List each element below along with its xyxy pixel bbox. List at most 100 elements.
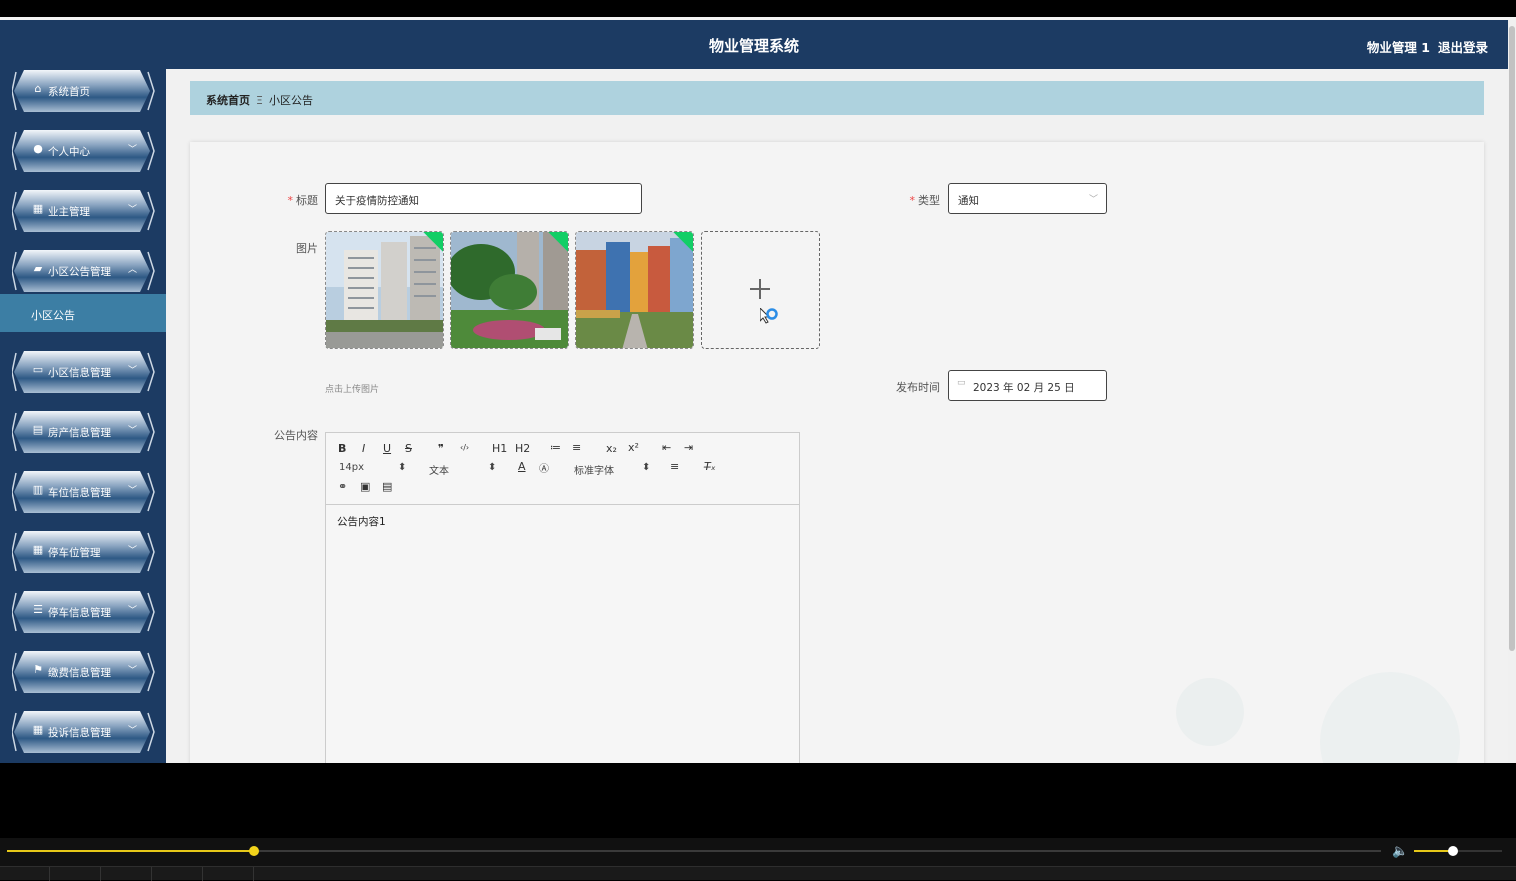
type-label: * 类型 (909, 194, 941, 207)
underline-button[interactable]: U (383, 442, 391, 455)
plus-icon (750, 279, 770, 299)
rich-text-editor: B I U S ❞ ‹/› H1 H2 ≔ ≡ x₂ x² ⇤ ⇥ 14px ⬍ (325, 432, 800, 763)
clipboard-icon: ▥ (32, 483, 44, 496)
system-title: 物业管理系统 (708, 37, 799, 55)
sidebar-item-property[interactable]: ▤ 房产信息管理 ﹀ (12, 409, 155, 455)
taskbar (0, 866, 1516, 881)
calendar-icon: ▭ (957, 378, 966, 388)
breadcrumb: 系统首页 Ξ 小区公告 (190, 81, 1484, 115)
breadcrumb-home[interactable]: 系统首页 (206, 94, 250, 107)
building-photo-1 (326, 232, 443, 348)
decorative-background (1176, 672, 1460, 763)
outdent-button[interactable]: ⇤ (662, 441, 671, 454)
font-size-chevron-icon: ⬍ (398, 462, 407, 473)
content-label: 公告内容 (274, 429, 318, 442)
background-color-icon[interactable]: Ⓐ (539, 460, 549, 475)
date-value: 2023 年 02 月 25 日 (973, 382, 1075, 394)
taskbar-slot[interactable] (153, 867, 203, 881)
heading2-button[interactable]: H2 (515, 442, 530, 455)
image-thumbnail-3[interactable] (575, 231, 694, 349)
font-color-icon[interactable]: A (518, 460, 526, 473)
type-select-value: 通知 (958, 195, 979, 207)
date-picker[interactable]: ▭ 2023 年 02 月 25 日 (948, 370, 1107, 401)
grid-icon: ▦ (32, 723, 44, 736)
taskbar-slot[interactable] (102, 867, 152, 881)
ordered-list-button[interactable]: ≔ (550, 441, 561, 454)
sidebar-item-label: 小区信息管理 (48, 367, 111, 379)
taskbar-slot[interactable] (204, 867, 254, 881)
italic-button[interactable]: I (362, 442, 365, 455)
sidebar-item-label: 车位信息管理 (48, 487, 111, 499)
chevron-down-icon: ﹀ (128, 366, 138, 376)
strike-button[interactable]: S (405, 442, 412, 455)
clear-format-icon[interactable]: T̶ₓ (704, 460, 716, 473)
logout-link[interactable]: 退出登录 (1438, 40, 1488, 55)
chevron-down-icon: ﹀ (128, 205, 138, 215)
residential-photo-3 (576, 232, 693, 348)
heading1-button[interactable]: H1 (492, 442, 507, 455)
title-label: * 标题 (287, 194, 319, 207)
image-upload-button[interactable] (701, 231, 820, 349)
sidebar-item-payments[interactable]: ⚑ 缴费信息管理 ﹀ (12, 649, 155, 695)
list-icon: ☰ (33, 603, 43, 616)
garden-photo-2 (451, 232, 568, 348)
user-area: 物业管理 1 退出登录 (1367, 37, 1488, 56)
video-icon[interactable]: ▤ (382, 480, 392, 493)
sidebar-item-notices[interactable]: ▰ 小区公告管理 ︿ (12, 248, 155, 294)
bold-button[interactable]: B (338, 442, 346, 455)
chevron-down-icon: ﹀ (1088, 195, 1098, 205)
sidebar-item-parking-info[interactable]: ☰ 停车信息管理 ﹀ (12, 589, 155, 635)
editor-content[interactable]: 公告内容1 (337, 514, 386, 529)
image-icon[interactable]: ▣ (360, 480, 370, 493)
sidebar-item-label: 小区公告管理 (48, 266, 111, 278)
image-thumbnail-1[interactable] (325, 231, 444, 349)
volume-icon[interactable]: 🔈 (1392, 844, 1408, 859)
title-input[interactable]: 关于疫情防控通知 (325, 183, 642, 214)
subscript-button[interactable]: x₂ (606, 442, 617, 455)
sidebar-item-profile[interactable]: ● 个人中心 ﹀ (12, 128, 155, 174)
taskbar-slot[interactable] (51, 867, 101, 881)
taskbar-slot[interactable] (0, 867, 50, 881)
briefcase-icon: ▰ (33, 262, 43, 275)
align-icon[interactable]: ≡ (670, 460, 679, 473)
video-progress-bar[interactable] (7, 846, 1381, 856)
type-select[interactable]: 通知 ﹀ (948, 183, 1107, 214)
page-scrollbar[interactable] (1508, 20, 1516, 763)
top-header: 物业管理系统 物业管理 1 退出登录 (0, 20, 1508, 69)
font-family-select[interactable]: 标准字体 (574, 462, 614, 477)
font-size-select[interactable]: 14px (339, 462, 364, 473)
bullet-list-button[interactable]: ≡ (572, 441, 581, 454)
sidebar-subitem-notice[interactable]: 小区公告 (0, 294, 166, 332)
upload-hint: 点击上传图片 (325, 385, 380, 395)
grid-icon: ▦ (32, 202, 44, 215)
scrollbar-thumb[interactable] (1509, 26, 1515, 651)
chevron-down-icon: ﹀ (128, 145, 138, 155)
superscript-button[interactable]: x² (628, 441, 639, 454)
blockquote-button[interactable]: ❞ (438, 442, 444, 455)
sidebar-item-home[interactable]: ⌂ 系统首页 (12, 68, 155, 114)
chevron-down-icon: ﹀ (128, 486, 138, 496)
sidebar-item-parking-space[interactable]: ▥ 车位信息管理 ﹀ (12, 469, 155, 515)
current-user: 物业管理 1 (1366, 40, 1430, 55)
image-thumbnail-2[interactable] (450, 231, 569, 349)
sidebar-item-owners[interactable]: ▦ 业主管理 ﹀ (12, 188, 155, 234)
editor-toolbar: B I U S ❞ ‹/› H1 H2 ≔ ≡ x₂ x² ⇤ ⇥ 14px ⬍ (326, 433, 799, 505)
paragraph-select[interactable]: 文本 (429, 462, 449, 477)
document-icon: ▤ (32, 423, 44, 436)
sidebar-item-complaints[interactable]: ▦ 投诉信息管理 ﹀ (12, 709, 155, 755)
loading-cursor-icon (760, 308, 778, 324)
screen: 物业管理系统 物业管理 1 退出登录 ⌂ 系统首页 ● 个人中心 ﹀ ▦ 业主管理 ﹀ ▰ 小区公告… (0, 0, 1516, 881)
code-block-button[interactable]: ‹/› (460, 443, 469, 452)
sidebar-item-community[interactable]: ▭ 小区信息管理 ﹀ (12, 349, 155, 395)
volume-slider[interactable] (1414, 846, 1502, 856)
image-label: 图片 (296, 242, 318, 255)
link-icon[interactable]: ⚭ (338, 480, 347, 493)
chevron-down-icon: ﹀ (128, 426, 138, 436)
volume-knob[interactable] (1447, 846, 1458, 856)
video-progress-knob[interactable] (249, 846, 260, 856)
indent-button[interactable]: ⇥ (684, 441, 693, 454)
sidebar-item-label: 系统首页 (48, 86, 90, 98)
sidebar-item-parking-lot[interactable]: ▦ 停车位管理 ﹀ (12, 529, 155, 575)
chevron-down-icon: ﹀ (128, 606, 138, 616)
sidebar-item-label: 房产信息管理 (48, 427, 111, 439)
